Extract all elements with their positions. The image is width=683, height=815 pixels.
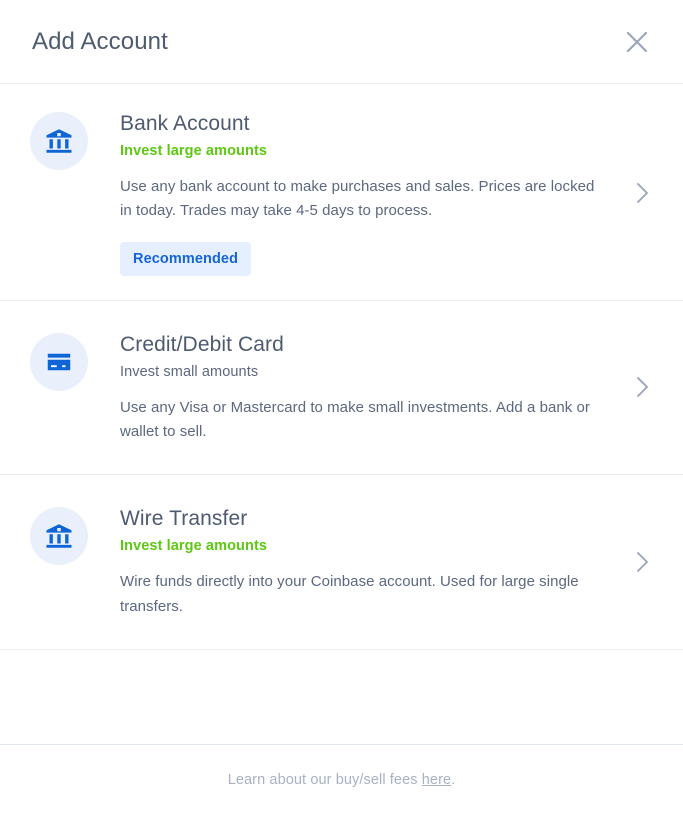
close-button[interactable] xyxy=(617,22,657,62)
chevron-right-icon xyxy=(637,377,648,398)
option-row-credit-debit-card[interactable]: Credit/Debit Card Invest small amounts U… xyxy=(0,301,683,476)
fees-note: Learn about our buy/sell fees here. xyxy=(228,772,456,788)
modal-footer: Learn about our buy/sell fees here. xyxy=(0,744,683,815)
option-title: Credit/Debit Card xyxy=(120,332,284,356)
fees-note-text-before: Learn about our buy/sell fees xyxy=(227,772,422,788)
option-description: Use any Visa or Mastercard to make small… xyxy=(120,398,590,440)
account-options-list: Bank Account Invest large amounts Use an… xyxy=(0,84,683,744)
bank-icon-circle xyxy=(30,507,88,566)
fees-note-text-after: . xyxy=(451,772,456,788)
bank-icon xyxy=(46,129,72,153)
option-row-wire-transfer[interactable]: Wire Transfer Invest large amounts Wire … xyxy=(0,475,683,650)
chevron-container[interactable] xyxy=(629,374,657,400)
fees-link[interactable]: here xyxy=(422,772,451,788)
option-body: Credit/Debit Card Invest small amounts U… xyxy=(88,331,621,445)
chevron-container[interactable] xyxy=(629,180,657,206)
bank-icon xyxy=(46,524,72,548)
status-badge-recommended: Recommended xyxy=(120,241,252,276)
close-icon xyxy=(626,31,648,52)
credit-card-icon xyxy=(47,353,71,370)
option-description: Use any bank account to make purchases a… xyxy=(120,178,595,220)
add-account-modal: Add Account Bank Account Invest large am… xyxy=(0,0,683,815)
option-title: Wire Transfer xyxy=(120,507,248,531)
bank-icon-circle xyxy=(30,112,88,170)
chevron-container[interactable] xyxy=(629,549,657,575)
credit-card-icon-circle xyxy=(30,332,88,391)
chevron-right-icon xyxy=(637,552,648,573)
option-subtitle: Invest large amounts xyxy=(120,538,268,555)
option-description: Wire funds directly into your Coinbase a… xyxy=(120,573,579,615)
chevron-right-icon xyxy=(637,182,648,203)
option-subtitle: Invest large amounts xyxy=(120,143,268,160)
option-body: Wire Transfer Invest large amounts Wire … xyxy=(88,505,621,619)
option-body: Bank Account Invest large amounts Use an… xyxy=(88,110,621,276)
option-row-bank-account[interactable]: Bank Account Invest large amounts Use an… xyxy=(0,84,683,301)
option-title: Bank Account xyxy=(120,112,250,135)
option-subtitle: Invest small amounts xyxy=(120,363,259,380)
modal-header: Add Account xyxy=(0,0,683,84)
page-title: Add Account xyxy=(32,27,168,55)
